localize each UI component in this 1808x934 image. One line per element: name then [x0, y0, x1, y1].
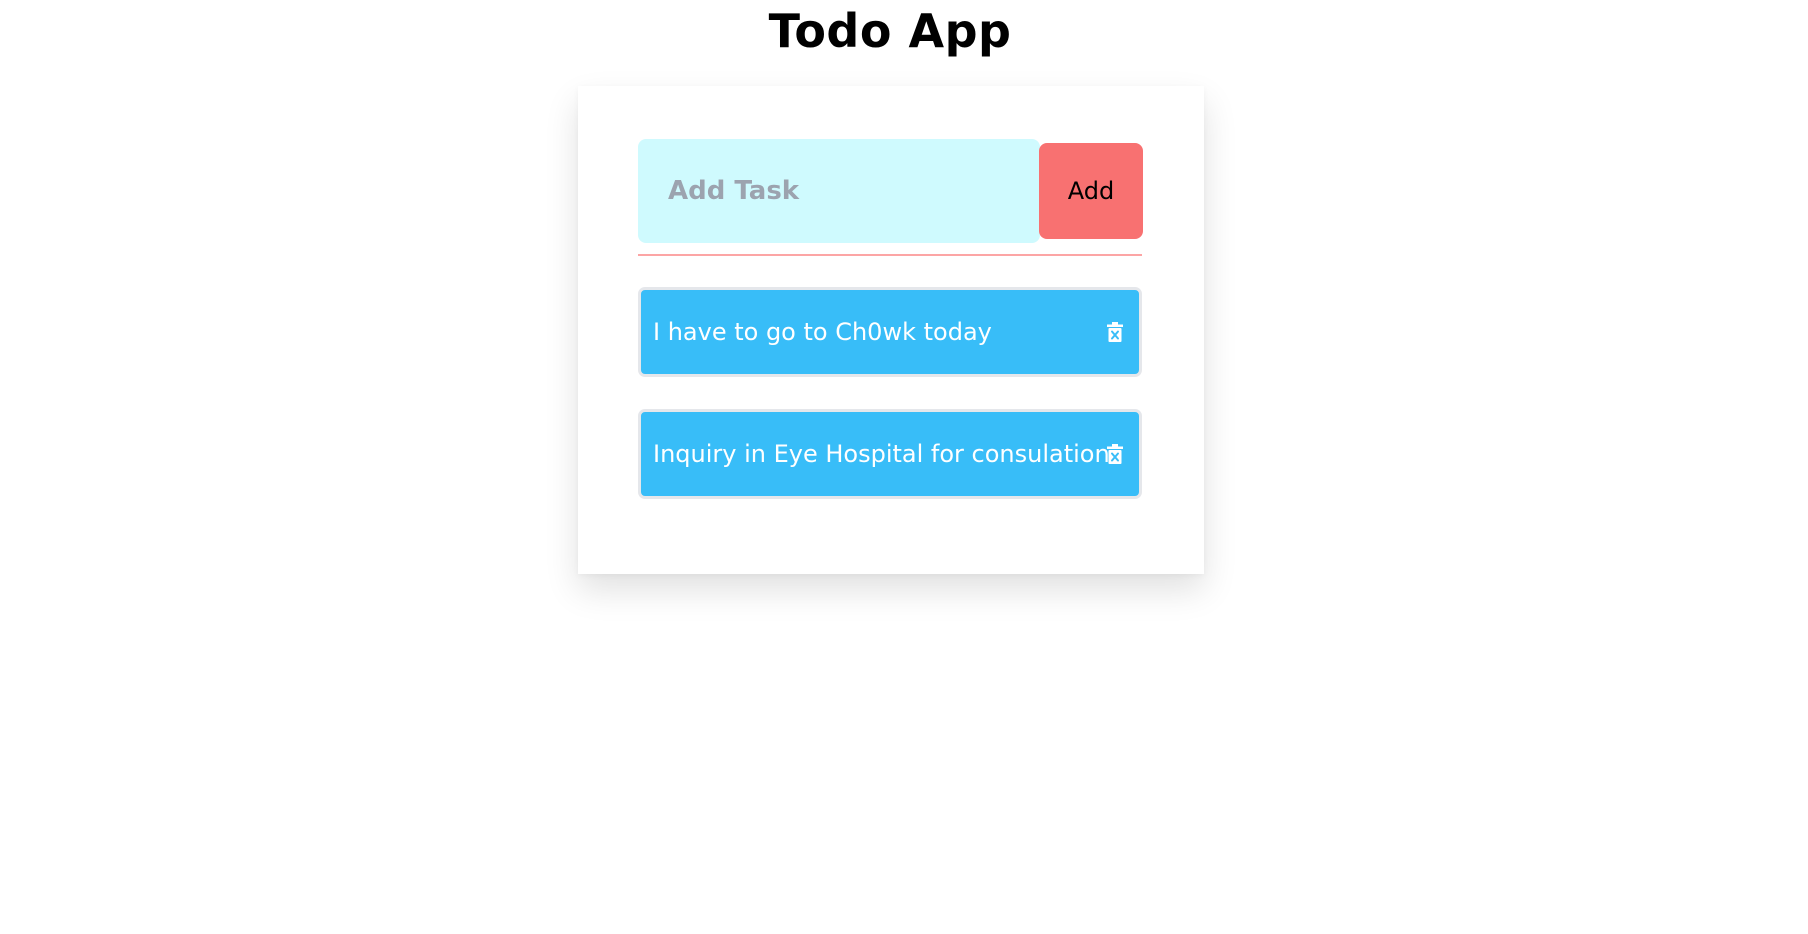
trash-icon[interactable]: [1107, 444, 1123, 464]
divider: [638, 254, 1142, 256]
add-task-input[interactable]: [638, 139, 1040, 243]
trash-icon[interactable]: [1107, 322, 1123, 342]
add-task-row: Add: [638, 139, 1143, 243]
app-title: Todo App: [768, 4, 1012, 58]
page: Todo App Add I have to go to Ch0wk today: [0, 0, 1808, 934]
task-item: I have to go to Ch0wk today: [638, 287, 1142, 377]
task-item: Inquiry in Eye Hospital for consulation: [638, 409, 1142, 499]
task-list: I have to go to Ch0wk today Inquiry in E…: [638, 287, 1142, 531]
todo-card: Add I have to go to Ch0wk today Inquiry …: [578, 86, 1204, 574]
task-text: I have to go to Ch0wk today: [653, 318, 992, 346]
add-button[interactable]: Add: [1039, 143, 1143, 239]
task-text: Inquiry in Eye Hospital for consulation: [653, 440, 1110, 468]
